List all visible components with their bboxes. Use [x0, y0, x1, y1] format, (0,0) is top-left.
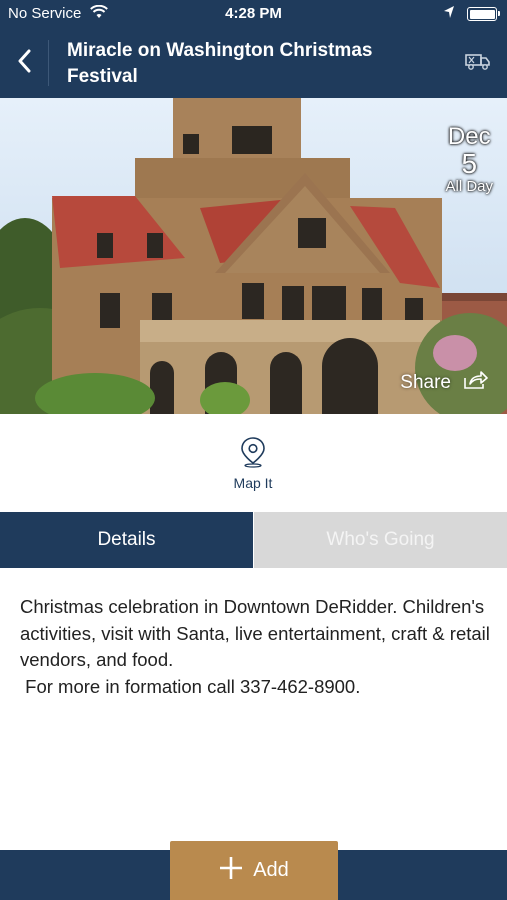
event-description: Christmas celebration in Downtown DeRidd… — [20, 596, 490, 697]
share-button[interactable]: Share — [400, 370, 489, 396]
tab-bar: Details Who's Going — [0, 512, 507, 568]
status-bar: No Service 4:28 PM — [0, 0, 507, 28]
plus-icon — [219, 856, 243, 886]
battery-icon — [467, 7, 500, 21]
event-time-label: All Day — [445, 178, 493, 195]
nav-bar: Miracle on Washington Christmas Festival — [0, 28, 507, 98]
back-button[interactable] — [0, 28, 48, 98]
page-title: Miracle on Washington Christmas Festival — [67, 40, 373, 87]
nav-divider — [48, 40, 49, 86]
location-arrow-icon — [443, 5, 455, 23]
nav-action-button[interactable] — [463, 48, 493, 78]
event-month: Dec — [447, 123, 491, 150]
clock: 4:28 PM — [225, 5, 282, 22]
tab-details-label: Details — [97, 529, 156, 550]
event-day: 5 — [461, 148, 478, 179]
share-label: Share — [400, 372, 451, 393]
tab-whos-going[interactable]: Who's Going — [254, 512, 507, 568]
location-pin-icon — [239, 437, 267, 472]
add-label: Add — [253, 859, 289, 881]
chevron-left-icon — [17, 49, 31, 78]
event-photo: Dec 5 All Day Share — [0, 98, 507, 414]
share-arrow-icon — [463, 370, 489, 396]
add-button[interactable]: Add — [170, 841, 338, 900]
map-it-button[interactable]: Map It — [213, 436, 293, 496]
map-it-label: Map It — [233, 475, 273, 491]
tab-whos-going-label: Who's Going — [326, 529, 435, 550]
map-section: Map It — [0, 414, 507, 512]
building-photo — [0, 98, 507, 414]
delivery-truck-icon — [464, 51, 492, 76]
tab-details[interactable]: Details — [0, 512, 253, 568]
event-date-badge: Dec 5 All Day — [445, 124, 493, 196]
